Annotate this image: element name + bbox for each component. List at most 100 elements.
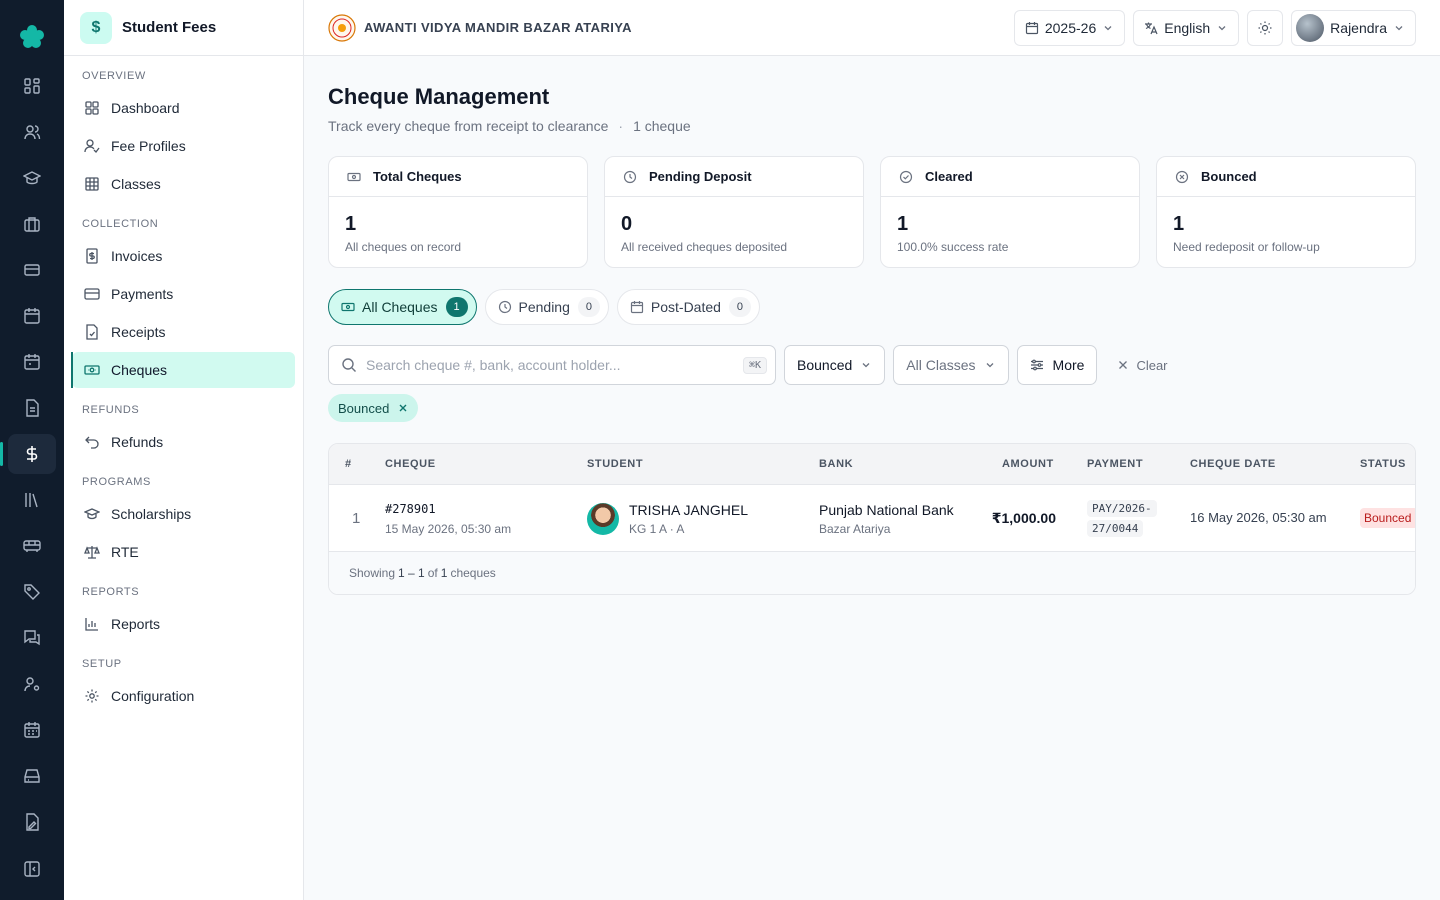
table-row[interactable]: 1 #278901 15 May 2026, 05:30 am TRISHA J…: [329, 485, 1415, 552]
rail-bus-icon[interactable]: [8, 526, 56, 566]
sidebar-item-label: Dashboard: [111, 100, 180, 116]
rail-card-icon[interactable]: [8, 250, 56, 290]
rail-calendar-alt-icon[interactable]: [8, 342, 56, 382]
stat-card-cleared: Cleared 1 100.0% success rate: [880, 156, 1140, 268]
col-student[interactable]: STUDENT: [587, 458, 643, 470]
sidebar-item-reports[interactable]: Reports: [72, 606, 295, 642]
sidebar-item-label: Payments: [111, 286, 174, 302]
sidebar-item-fee-profiles[interactable]: Fee Profiles: [72, 128, 295, 164]
col-bank[interactable]: BANK: [819, 458, 853, 470]
section-title: REPORTS: [82, 586, 140, 598]
tab-post-dated[interactable]: Post-Dated 0: [616, 289, 760, 325]
stat-label: Bounced: [1201, 169, 1257, 184]
rail-briefcase-icon[interactable]: [8, 204, 56, 244]
clock-icon: [498, 300, 511, 314]
check-circle-icon: [899, 170, 913, 183]
dashboard-icon: [85, 101, 99, 115]
shortcut-hint: ⌘K: [742, 356, 767, 374]
sidebar-item-refunds[interactable]: Refunds: [72, 424, 295, 460]
calendar-icon: [630, 301, 643, 314]
x-circle-icon: [1175, 170, 1189, 183]
sidebar-item-dashboard[interactable]: Dashboard: [72, 90, 295, 126]
calendar-icon: [1025, 22, 1038, 35]
rail-messages-icon[interactable]: [8, 618, 56, 658]
stat-value: 1: [1173, 213, 1185, 235]
search-input[interactable]: [366, 357, 743, 373]
col-status[interactable]: STATUS: [1360, 458, 1406, 470]
user-check-icon: [84, 139, 100, 153]
stat-header: Bounced: [1157, 157, 1415, 197]
rail-storage-icon[interactable]: [8, 756, 56, 796]
session-selector[interactable]: 2025-26: [1013, 10, 1126, 46]
tab-pending[interactable]: Pending 0: [484, 289, 609, 325]
rail-document-icon[interactable]: [8, 388, 56, 428]
sidebar-item-label: Receipts: [111, 324, 166, 340]
tab-label: Post-Dated: [650, 299, 721, 315]
col-cheque-date[interactable]: CHEQUE DATE: [1190, 458, 1276, 470]
language-selector[interactable]: English: [1133, 10, 1240, 46]
active-filters: Bounced: [328, 394, 1416, 422]
col-amount[interactable]: AMOUNT: [1002, 458, 1054, 470]
subtitle-text: Track every cheque from receipt to clear…: [328, 118, 609, 134]
footer-of: of: [427, 566, 438, 580]
cheque-count: 1 cheque: [633, 118, 691, 134]
section-title: OVERVIEW: [82, 70, 146, 82]
payment-ref-text: PAY/2026-27/0044: [1087, 500, 1157, 537]
rail-fees-icon[interactable]: [0, 434, 56, 474]
language-label: English: [1164, 20, 1211, 36]
cheque-amount: ₹1,000.00: [991, 510, 1056, 526]
close-icon: [1119, 361, 1128, 369]
student-name[interactable]: TRISHA JANGHEL: [629, 502, 748, 518]
sidebar-item-invoices[interactable]: Invoices: [72, 238, 295, 274]
table-header: # CHEQUE STUDENT BANK AMOUNT PAYMENT CHE…: [329, 444, 1415, 485]
clear-filters-button[interactable]: Clear: [1117, 357, 1168, 373]
stat-description: Need redeposit or follow-up: [1173, 240, 1320, 254]
rail-users-icon[interactable]: [8, 112, 56, 152]
rail-dashboard-icon[interactable]: [8, 66, 56, 106]
status-filter-value: Bounced: [797, 357, 853, 373]
sidebar: $ Student Fees OVERVIEW Dashboard Fee Pr…: [64, 0, 304, 900]
sidebar-item-cheques[interactable]: Cheques: [71, 352, 295, 388]
class-filter-dropdown[interactable]: All Classes: [893, 345, 1009, 385]
rail-library-icon[interactable]: [8, 480, 56, 520]
theme-toggle-button[interactable]: [1247, 10, 1284, 46]
remove-chip-icon[interactable]: [398, 403, 408, 413]
table-footer: Showing 1 – 1 of 1 cheques: [329, 552, 1415, 594]
payment-reference[interactable]: PAY/2026-27/0044: [1087, 499, 1157, 539]
rail-graduation-icon[interactable]: [8, 158, 56, 198]
rail-tag-icon[interactable]: [8, 572, 56, 612]
col-payment[interactable]: PAYMENT: [1087, 458, 1143, 470]
sidebar-item-classes[interactable]: Classes: [72, 166, 295, 202]
status-filter-dropdown[interactable]: Bounced: [784, 345, 886, 385]
clear-label: Clear: [1136, 357, 1168, 373]
sidebar-item-label: Scholarships: [111, 506, 192, 522]
sidebar-item-configuration[interactable]: Configuration: [72, 678, 295, 714]
rail-user-settings-icon[interactable]: [8, 664, 56, 704]
app-logo-icon[interactable]: [17, 22, 47, 52]
section-title: PROGRAMS: [82, 476, 151, 488]
sidebar-item-receipts[interactable]: Receipts: [72, 314, 295, 350]
filter-bar: ⌘K Bounced All Classes More Clear: [328, 345, 1416, 385]
filter-chip-bounced: Bounced: [328, 394, 419, 422]
sidebar-item-label: RTE: [111, 544, 139, 560]
rail-schedule-icon[interactable]: [8, 710, 56, 750]
user-menu-button[interactable]: Rajendra: [1291, 10, 1416, 46]
clock-icon: [623, 170, 637, 183]
invoice-icon: [86, 248, 98, 264]
session-label: 2025-26: [1044, 20, 1097, 36]
col-cheque[interactable]: CHEQUE: [385, 458, 436, 470]
rail-file-edit-icon[interactable]: [8, 802, 56, 842]
sidebar-section-reports: REPORTS Reports: [64, 572, 303, 642]
separator-dot: ·: [618, 118, 624, 134]
sliders-icon: [1030, 359, 1043, 371]
sidebar-item-rte[interactable]: RTE: [72, 534, 295, 570]
more-filters-button[interactable]: More: [1016, 345, 1098, 385]
page-title: Cheque Management: [328, 84, 550, 109]
tab-all-cheques[interactable]: All Cheques 1: [328, 289, 477, 325]
collapse-sidebar-icon[interactable]: [23, 860, 41, 878]
sidebar-item-payments[interactable]: Payments: [72, 276, 295, 312]
footer-prefix: Showing: [349, 566, 396, 580]
sidebar-item-scholarships[interactable]: Scholarships: [72, 496, 295, 532]
rail-calendar-icon[interactable]: [8, 296, 56, 336]
stat-description: 100.0% success rate: [897, 240, 1009, 254]
